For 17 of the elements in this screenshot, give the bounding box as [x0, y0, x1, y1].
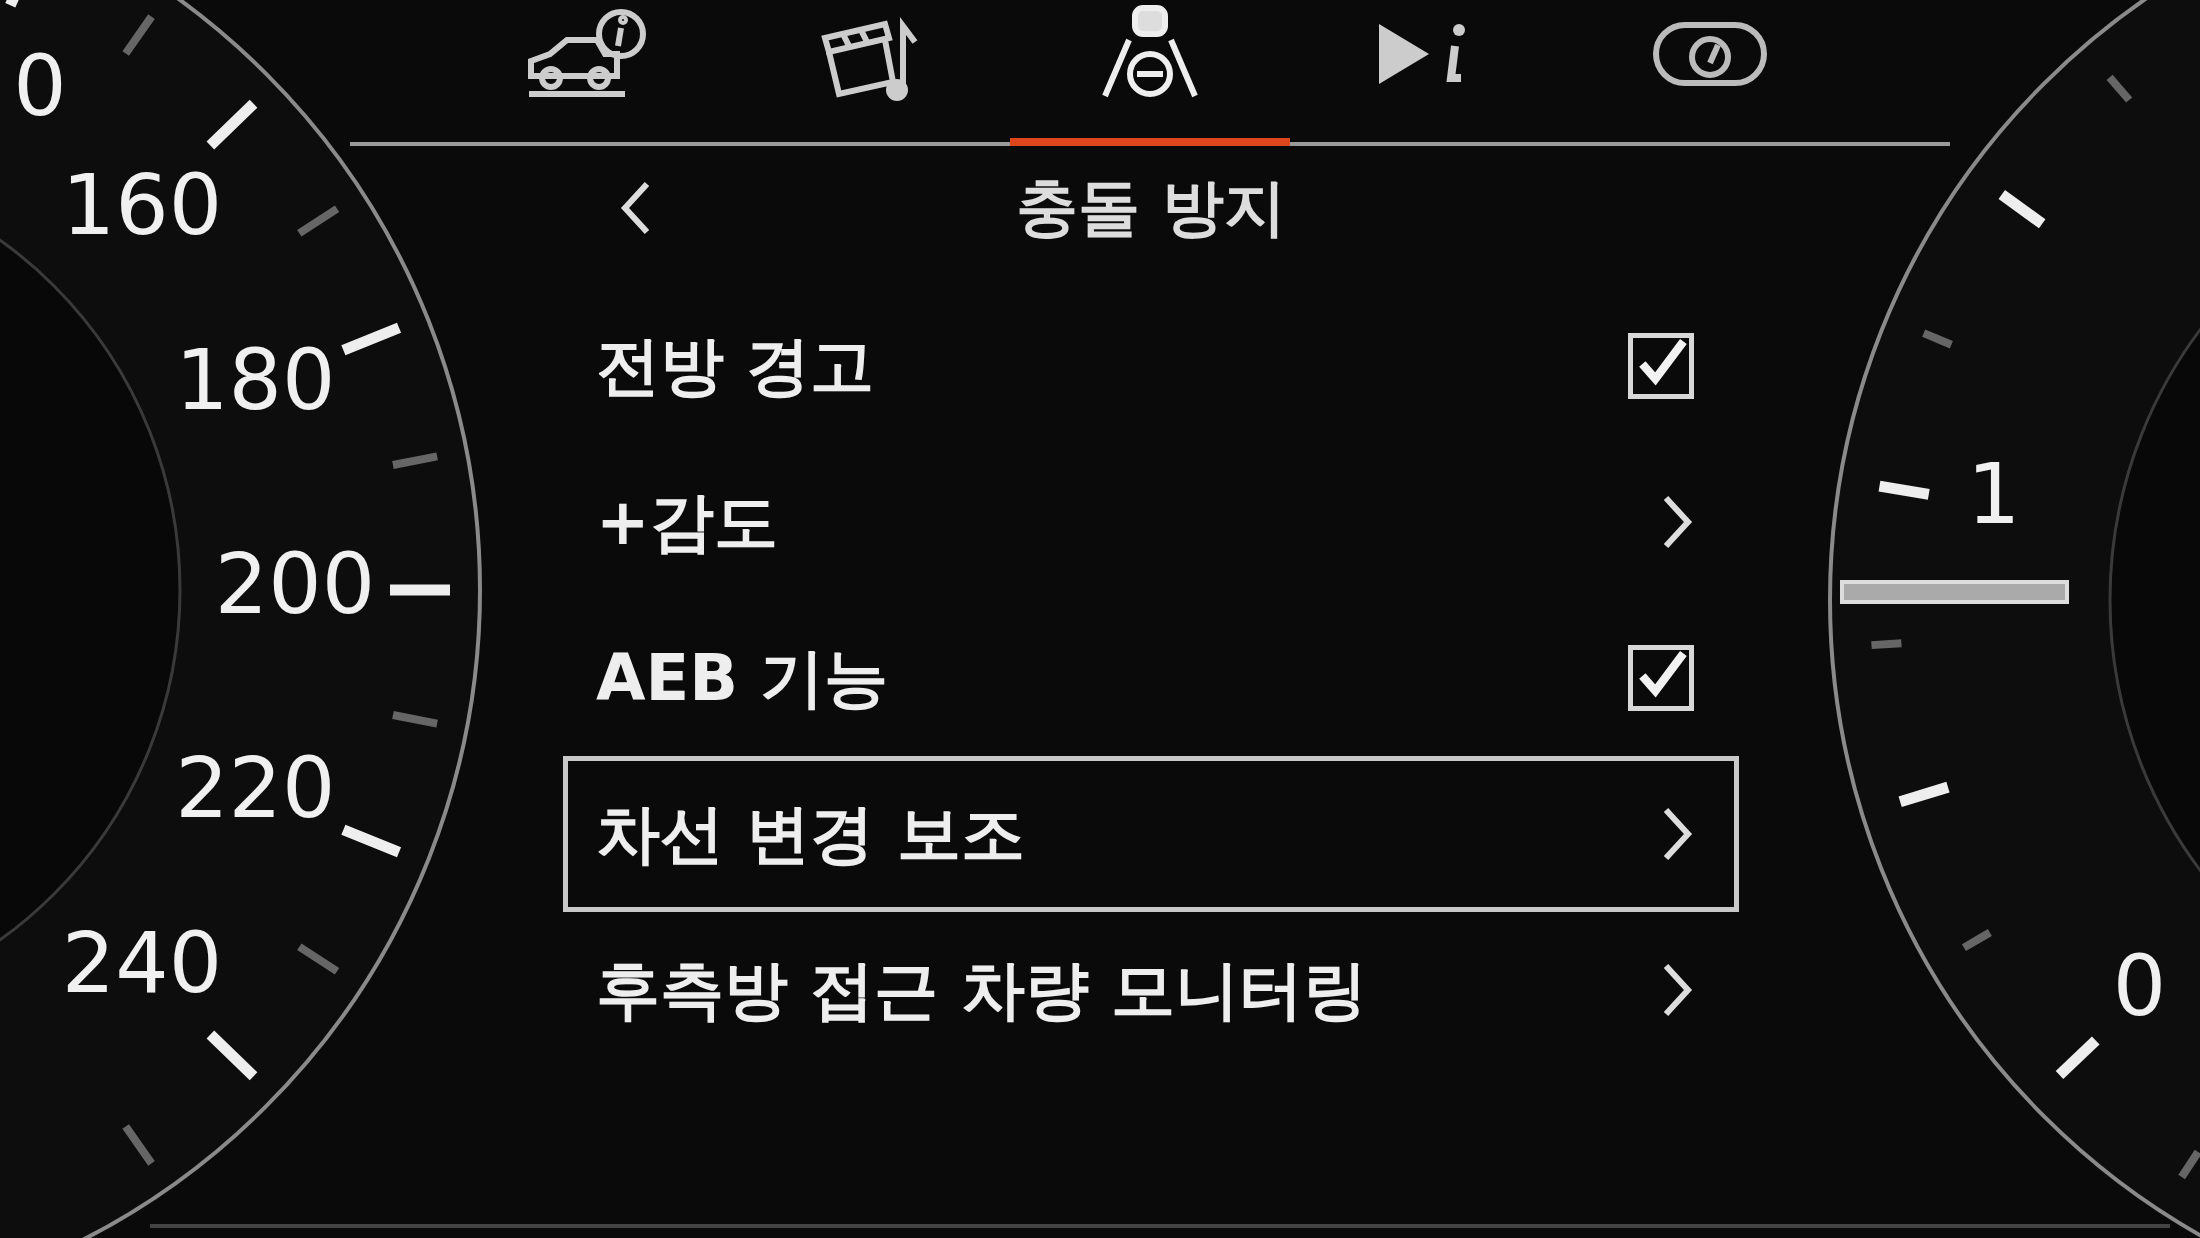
menu-item[interactable]: 차선 변경 보조 [563, 756, 1739, 912]
menu-item[interactable]: 후측방 접근 차량 모니터링 [563, 912, 1739, 1068]
gauge-icon [1652, 19, 1768, 89]
checkbox[interactable] [1628, 333, 1694, 399]
menu-item[interactable]: +감도 [563, 444, 1739, 600]
menu-item[interactable]: AEB 기능 [563, 600, 1739, 756]
speed-label: 240 [61, 913, 223, 1012]
speed-label: 200 [214, 534, 376, 633]
speed-label: 0 [13, 37, 67, 136]
menu-item[interactable]: 전방 경고 [563, 288, 1739, 444]
speed-label: 160 [61, 156, 223, 255]
checkbox[interactable] [1628, 645, 1694, 711]
rpm-label: 0 [2112, 937, 2167, 1036]
speed-label: 220 [175, 739, 336, 838]
menu-title: 충돌 방지 [1016, 170, 1286, 246]
rpm-label: 1 [1967, 445, 2021, 544]
speed-label: 180 [175, 330, 336, 429]
